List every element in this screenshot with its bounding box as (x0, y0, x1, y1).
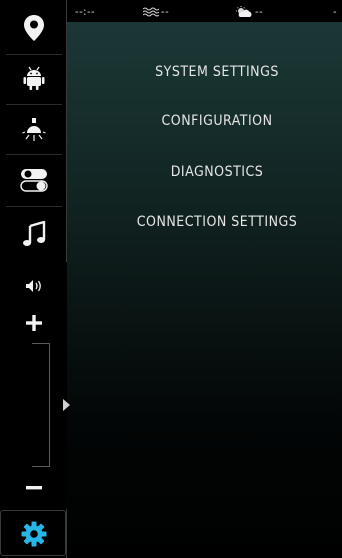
status-bar: --:-- -- -- - (67, 0, 342, 22)
gear-icon (21, 521, 46, 547)
partly-cloudy-icon (236, 5, 252, 17)
volume-up-button[interactable] (0, 310, 67, 336)
volume-indicator (0, 276, 67, 296)
android-icon (23, 66, 44, 90)
menu-item-label: CONFIGURATION (161, 113, 273, 129)
plus-icon (25, 315, 42, 331)
extra-text: - (333, 5, 338, 18)
location-pin-icon (23, 15, 44, 41)
sea-temp-readout: -- (143, 5, 169, 18)
toggle-switch-icon (19, 169, 48, 192)
switches-button[interactable] (0, 160, 67, 200)
rail-divider (6, 206, 62, 207)
android-button[interactable] (0, 58, 67, 98)
minus-icon (25, 486, 42, 490)
menu-item-connection-settings[interactable]: CONNECTION SETTINGS (67, 214, 342, 230)
menu-item-configuration[interactable]: CONFIGURATION (67, 113, 342, 129)
lights-button[interactable] (0, 110, 67, 150)
extra-readout: - (333, 5, 337, 18)
volume-slider-track (32, 343, 50, 467)
menu-item-label: DIAGNOSTICS (170, 164, 264, 180)
menu-item-diagnostics[interactable]: DIAGNOSTICS (67, 164, 342, 180)
volume-slider-thumb[interactable] (63, 399, 70, 411)
menu-item-label: SYSTEM SETTINGS (155, 64, 279, 80)
rail-divider (6, 154, 62, 155)
rail-divider (6, 104, 62, 105)
volume-slider[interactable] (32, 343, 70, 467)
waves-icon (143, 7, 159, 16)
weather-text: -- (255, 5, 264, 18)
menu-item-system-settings[interactable]: SYSTEM SETTINGS (67, 64, 342, 80)
settings-button[interactable] (0, 512, 67, 556)
navigation-button[interactable] (0, 8, 67, 48)
rail-divider (6, 54, 62, 55)
light-bulb-icon (21, 118, 46, 141)
left-rail (0, 0, 70, 558)
volume-down-button[interactable] (0, 480, 67, 496)
settings-screen: --:-- -- -- - SYSTEM SETTINGS CONFIGURAT… (0, 0, 342, 558)
clock-readout: --:-- (75, 5, 95, 18)
sea-temp-text: -- (161, 5, 170, 18)
clock-text: --:-- (75, 5, 96, 18)
audio-button[interactable] (0, 212, 67, 256)
menu-item-label: CONNECTION SETTINGS (136, 214, 298, 230)
weather-readout: -- (233, 5, 263, 18)
speaker-volume-icon (25, 280, 41, 292)
music-note-icon (22, 221, 45, 246)
